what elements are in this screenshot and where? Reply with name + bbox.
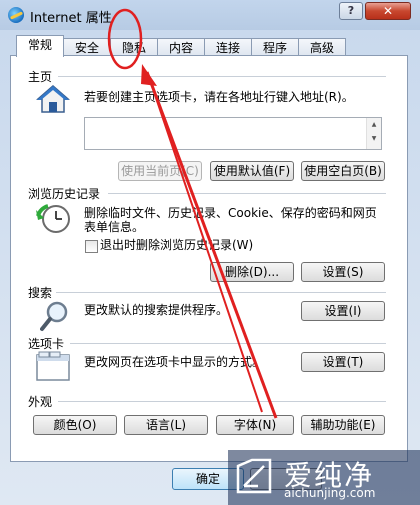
history-description-line2: 表单信息。: [84, 220, 145, 234]
tabs-divider: [70, 343, 386, 344]
tabbed-window-icon: [36, 351, 70, 381]
homepage-divider: [58, 76, 386, 77]
watermark-url: aichunjing.com: [284, 486, 376, 500]
history-settings-button[interactable]: 设置(S): [301, 262, 385, 282]
search-heading: 搜索: [28, 286, 53, 300]
internet-options-dialog: Internet 属性 ? ✕ 常规 安全 隐私 内容 连接 程序 高级 主页 …: [0, 0, 420, 505]
delete-on-exit-checkbox[interactable]: [85, 240, 98, 253]
fonts-button[interactable]: 字体(N): [216, 415, 294, 435]
url-scrollbar[interactable]: ▲ ▼: [366, 118, 381, 149]
house-icon: [36, 85, 70, 113]
history-clock-icon: [36, 204, 70, 233]
history-divider: [108, 193, 386, 194]
use-blank-button[interactable]: 使用空白页(B): [301, 161, 385, 181]
watermark: 爱纯净 aichunjing.com: [228, 450, 420, 505]
search-description: 更改默认的搜索提供程序。: [84, 303, 229, 317]
magnifier-icon: [40, 301, 68, 331]
languages-button[interactable]: 语言(L): [124, 415, 208, 435]
use-default-button[interactable]: 使用默认值(F): [210, 161, 294, 181]
title-bar[interactable]: Internet 属性 ? ✕: [0, 0, 420, 30]
homepage-url-input[interactable]: ▲ ▼: [84, 117, 382, 150]
appearance-divider: [58, 401, 386, 402]
close-button[interactable]: ✕: [365, 2, 411, 20]
appearance-heading: 外观: [28, 395, 53, 409]
use-current-button[interactable]: 使用当前页(C): [118, 161, 202, 181]
homepage-description: 若要创建主页选项卡，请在各地址行键入地址(R)。: [84, 90, 354, 104]
homepage-heading: 主页: [28, 70, 53, 84]
search-settings-button[interactable]: 设置(I): [301, 301, 385, 321]
help-button[interactable]: ?: [339, 2, 363, 20]
delete-on-exit-label[interactable]: 退出时删除浏览历史记录(W): [100, 237, 253, 253]
tabs-heading: 选项卡: [28, 337, 65, 351]
window-title: Internet 属性: [30, 11, 112, 26]
tab-general[interactable]: 常规: [16, 35, 64, 57]
search-divider: [56, 292, 386, 293]
history-heading: 浏览历史记录: [28, 187, 101, 201]
watermark-logo-icon: [236, 458, 272, 494]
colors-button[interactable]: 颜色(O): [33, 415, 117, 435]
accessibility-button[interactable]: 辅助功能(E): [301, 415, 385, 435]
tabs-settings-button[interactable]: 设置(T): [301, 352, 385, 372]
delete-history-button[interactable]: 删除(D)...: [210, 262, 294, 282]
internet-explorer-icon: [8, 7, 24, 23]
tabs-description: 更改网页在选项卡中显示的方式。: [84, 355, 265, 369]
